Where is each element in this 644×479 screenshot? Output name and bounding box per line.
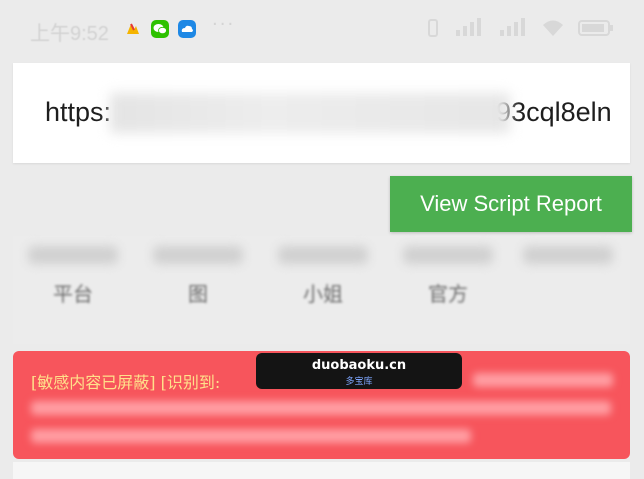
url-bar[interactable]: https: 93cql8eln	[13, 63, 630, 163]
vibrate-icon	[426, 18, 440, 42]
category-nav: 平台 图 小姐 官方	[13, 236, 630, 344]
watermark-subtext: 多宝库	[345, 377, 373, 387]
wechat-icon	[151, 20, 169, 38]
nav-item-label: 小姐	[303, 282, 343, 306]
url-redacted-blur	[110, 93, 510, 133]
more-notifications-icon: ···	[212, 14, 236, 35]
watermark-text: duobaoku.cn	[311, 358, 407, 373]
nav-item-label: 图	[188, 282, 208, 306]
signal-icon	[454, 18, 484, 42]
content-area	[13, 462, 630, 479]
cloud-icon	[178, 20, 196, 38]
status-time: 上午9:52	[30, 23, 109, 45]
maps-icon	[124, 20, 142, 38]
url-suffix: 93cql8eln	[496, 97, 612, 127]
nav-item-label: 官方	[428, 282, 468, 306]
notice-title: [敏感内容已屏蔽] [识别到:	[31, 373, 221, 392]
watermark-logo: duobaoku.cn 多宝库	[256, 353, 462, 389]
nav-item[interactable]: 平台	[18, 236, 128, 336]
url-prefix: https:	[45, 97, 112, 127]
redacted-text	[31, 401, 611, 415]
signal-icon	[498, 18, 528, 42]
battery-icon	[578, 19, 614, 41]
view-script-report-button[interactable]: View Script Report	[390, 176, 632, 232]
status-indicators	[426, 18, 614, 42]
status-bar: 上午9:52 ···	[0, 0, 644, 58]
nav-item[interactable]: 小姐	[268, 236, 378, 336]
nav-item[interactable]: 官方	[393, 236, 503, 336]
nav-item[interactable]	[513, 236, 623, 336]
nav-item-label: 平台	[53, 282, 93, 306]
nav-item[interactable]: 图	[143, 236, 253, 336]
wifi-icon	[542, 19, 564, 41]
redacted-text	[473, 373, 613, 387]
redacted-text	[31, 429, 471, 443]
